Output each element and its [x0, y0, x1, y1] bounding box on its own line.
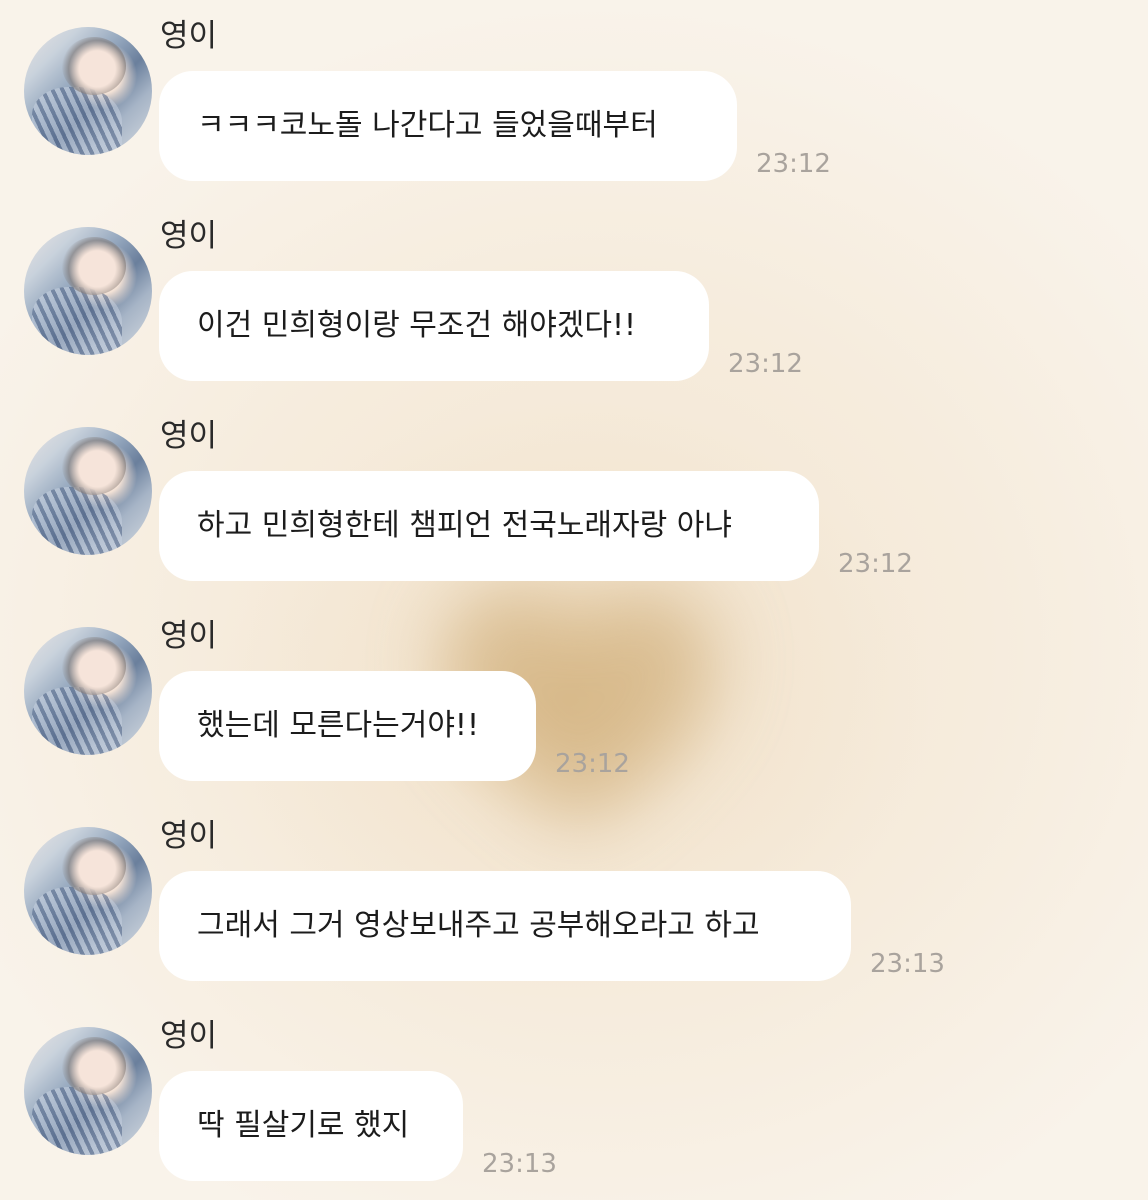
- sender-name: 영이: [160, 418, 218, 454]
- sender-name: 영이: [160, 818, 218, 854]
- message-row: 영이 이건 민희형이랑 무조건 해야겠다!! 23:12: [0, 200, 1148, 400]
- message-time: 23:12: [728, 349, 803, 379]
- avatar[interactable]: [24, 627, 152, 755]
- avatar[interactable]: [24, 227, 152, 355]
- message-time: 23:12: [555, 749, 630, 779]
- sender-name: 영이: [160, 618, 218, 654]
- avatar[interactable]: [24, 1027, 152, 1155]
- message-row: 영이 딱 필살기로 했지 23:13: [0, 1000, 1148, 1200]
- message-bubble[interactable]: 딱 필살기로 했지: [159, 1071, 463, 1181]
- sender-name: 영이: [160, 218, 218, 254]
- message-bubble[interactable]: 했는데 모른다는거야!!: [159, 671, 536, 781]
- avatar[interactable]: [24, 827, 152, 955]
- message-time: 23:12: [756, 149, 831, 179]
- message-bubble[interactable]: 하고 민희형한테 챔피언 전국노래자랑 아냐: [159, 471, 819, 581]
- message-row: 영이 하고 민희형한테 챔피언 전국노래자랑 아냐 23:12: [0, 400, 1148, 600]
- message-bubble[interactable]: ㅋㅋㅋ코노돌 나간다고 들었을때부터: [159, 71, 737, 181]
- message-bubble[interactable]: 그래서 그거 영상보내주고 공부해오라고 하고: [159, 871, 851, 981]
- message-row: 영이 ㅋㅋㅋ코노돌 나간다고 들었을때부터 23:12: [0, 0, 1148, 200]
- message-time: 23:13: [870, 949, 945, 979]
- avatar[interactable]: [24, 427, 152, 555]
- message-row: 영이 했는데 모른다는거야!! 23:12: [0, 600, 1148, 800]
- sender-name: 영이: [160, 1018, 218, 1054]
- message-time: 23:13: [482, 1149, 557, 1179]
- message-row: 영이 그래서 그거 영상보내주고 공부해오라고 하고 23:13: [0, 800, 1148, 1000]
- sender-name: 영이: [160, 18, 218, 54]
- message-time: 23:12: [838, 549, 913, 579]
- message-bubble[interactable]: 이건 민희형이랑 무조건 해야겠다!!: [159, 271, 709, 381]
- avatar[interactable]: [24, 27, 152, 155]
